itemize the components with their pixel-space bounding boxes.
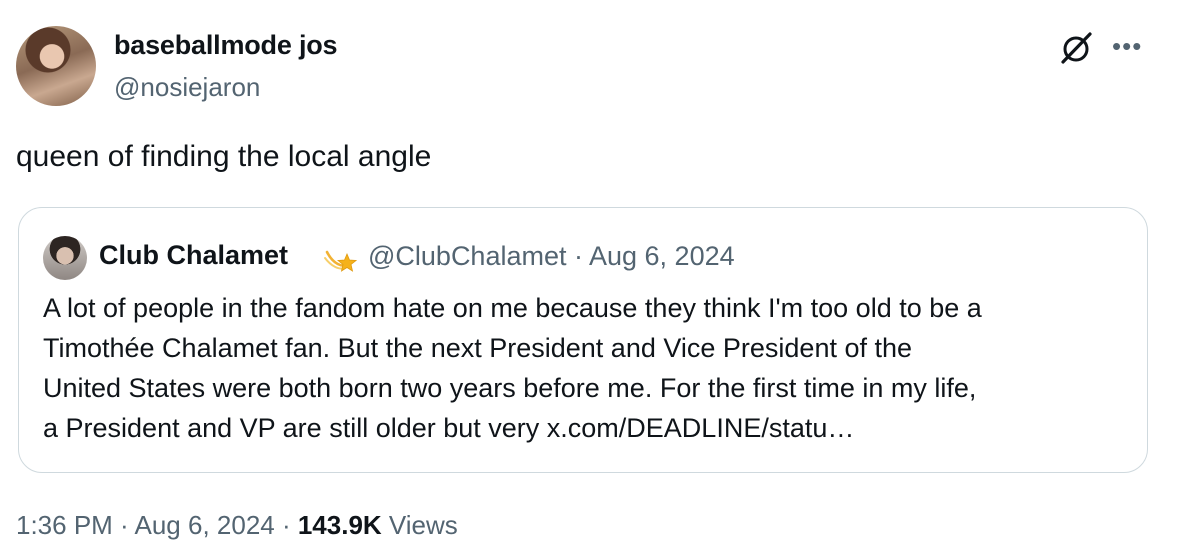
quoted-tweet[interactable]: Club Chalamet @ClubChalamet · Aug 6, 202…	[18, 207, 1148, 473]
separator: ·	[274, 510, 298, 540]
quoted-text-line: A lot of people in the fandom hate on me…	[43, 293, 982, 323]
views-count: 143.9K	[297, 510, 382, 540]
grok-icon[interactable]	[1056, 28, 1096, 68]
author-avatar[interactable]	[16, 26, 96, 106]
separator: ·	[112, 510, 135, 540]
author-name[interactable]: baseballmode jos	[114, 30, 338, 61]
quoted-handle-date: @ClubChalamet · Aug 6, 2024	[368, 241, 735, 271]
shooting-star-icon	[323, 242, 358, 276]
quoted-text-line: Timothée Chalamet fan. But the next Pres…	[43, 333, 913, 363]
quoted-author-name: Club Chalamet	[99, 240, 289, 270]
tweet-card: baseballmode jos @nosiejaron ••• queen o…	[0, 0, 1182, 552]
post-date[interactable]: Aug 6, 2024	[135, 510, 275, 540]
quoted-avatar[interactable]	[43, 236, 87, 280]
views-label: Views	[381, 510, 458, 540]
tweet-footer: 1:36 PM · Aug 6, 2024 · 143.9K Views	[16, 510, 458, 541]
more-icon[interactable]: •••	[1112, 30, 1148, 62]
quoted-text-line: a President and VP are still older but v…	[43, 413, 855, 443]
quoted-text-line: United States were both born two years b…	[43, 373, 977, 403]
author-handle[interactable]: @nosiejaron	[114, 72, 260, 103]
quoted-text: A lot of people in the fandom hate on me…	[43, 288, 1133, 448]
post-time[interactable]: 1:36 PM	[16, 510, 113, 540]
tweet-text: queen of finding the local angle	[16, 140, 432, 173]
